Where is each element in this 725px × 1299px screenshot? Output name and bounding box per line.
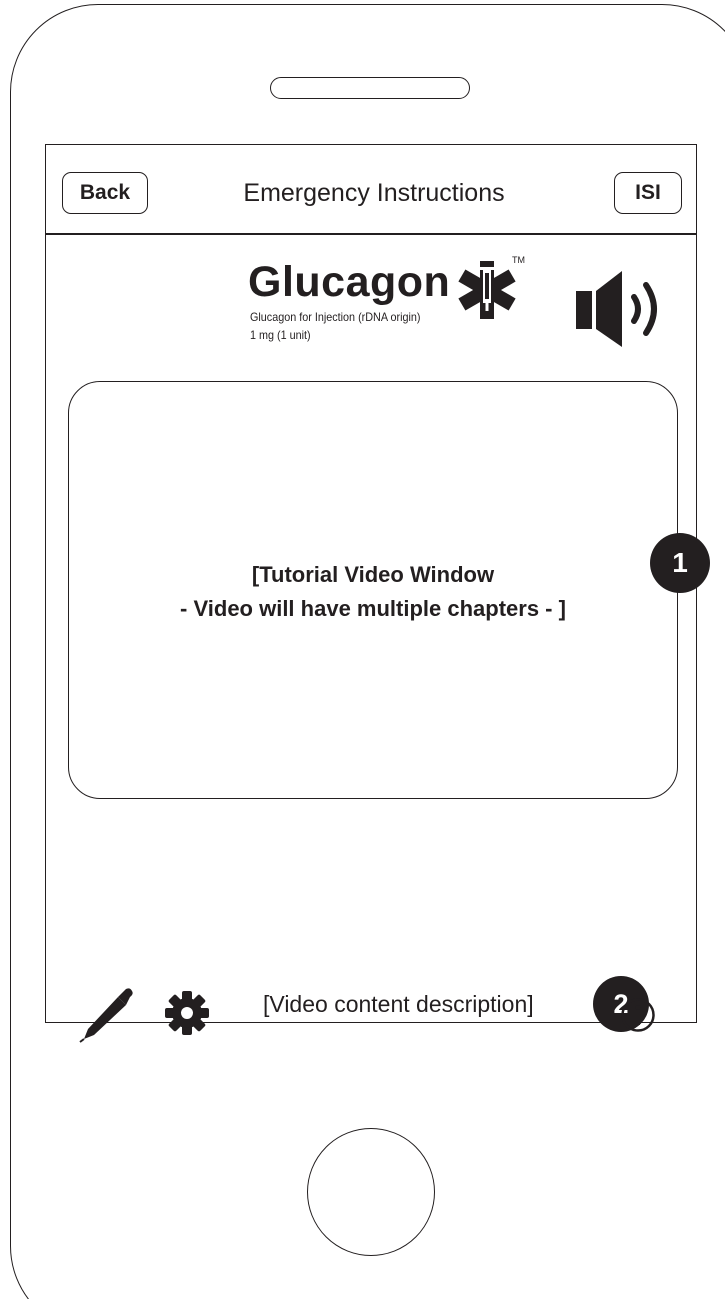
glucagon-logo: Glucagon TM Glucagon for Injection (rDNA… [246,253,546,373]
isi-button[interactable]: ISI [614,172,682,214]
brand-dosage: 1 mg (1 unit) [250,328,311,342]
video-placeholder-title: [Tutorial Video Window [251,562,495,587]
app-screen: Back Emergency Instructions ISI Glucagon [45,144,697,1043]
brand-subtitle: Glucagon for Injection (rDNA origin) [250,310,421,324]
navigation-bar: Back Emergency Instructions ISI [46,145,696,235]
video-placeholder-subtitle: - Video will have multiple chapters - ] [180,596,566,621]
annotation-badge-1: 1 [650,533,710,593]
tutorial-video-window[interactable]: [Tutorial Video Window - Video will have… [68,381,678,799]
trademark-mark: TM [512,255,525,265]
brand-name: Glucagon [248,258,451,306]
phone-speaker-slot [270,77,470,99]
video-description: [Video content description] [263,991,534,1017]
gear-icon[interactable] [164,990,210,1036]
stage: Back Emergency Instructions ISI Glucagon [0,0,725,1299]
pen-icon[interactable] [78,985,136,1043]
star-of-life-syringe-icon [458,261,516,319]
info-icon[interactable] [620,997,656,1033]
page-title: Emergency Instructions [243,179,505,207]
phone-home-button[interactable] [307,1128,435,1256]
speaker-volume-icon[interactable] [576,269,680,349]
